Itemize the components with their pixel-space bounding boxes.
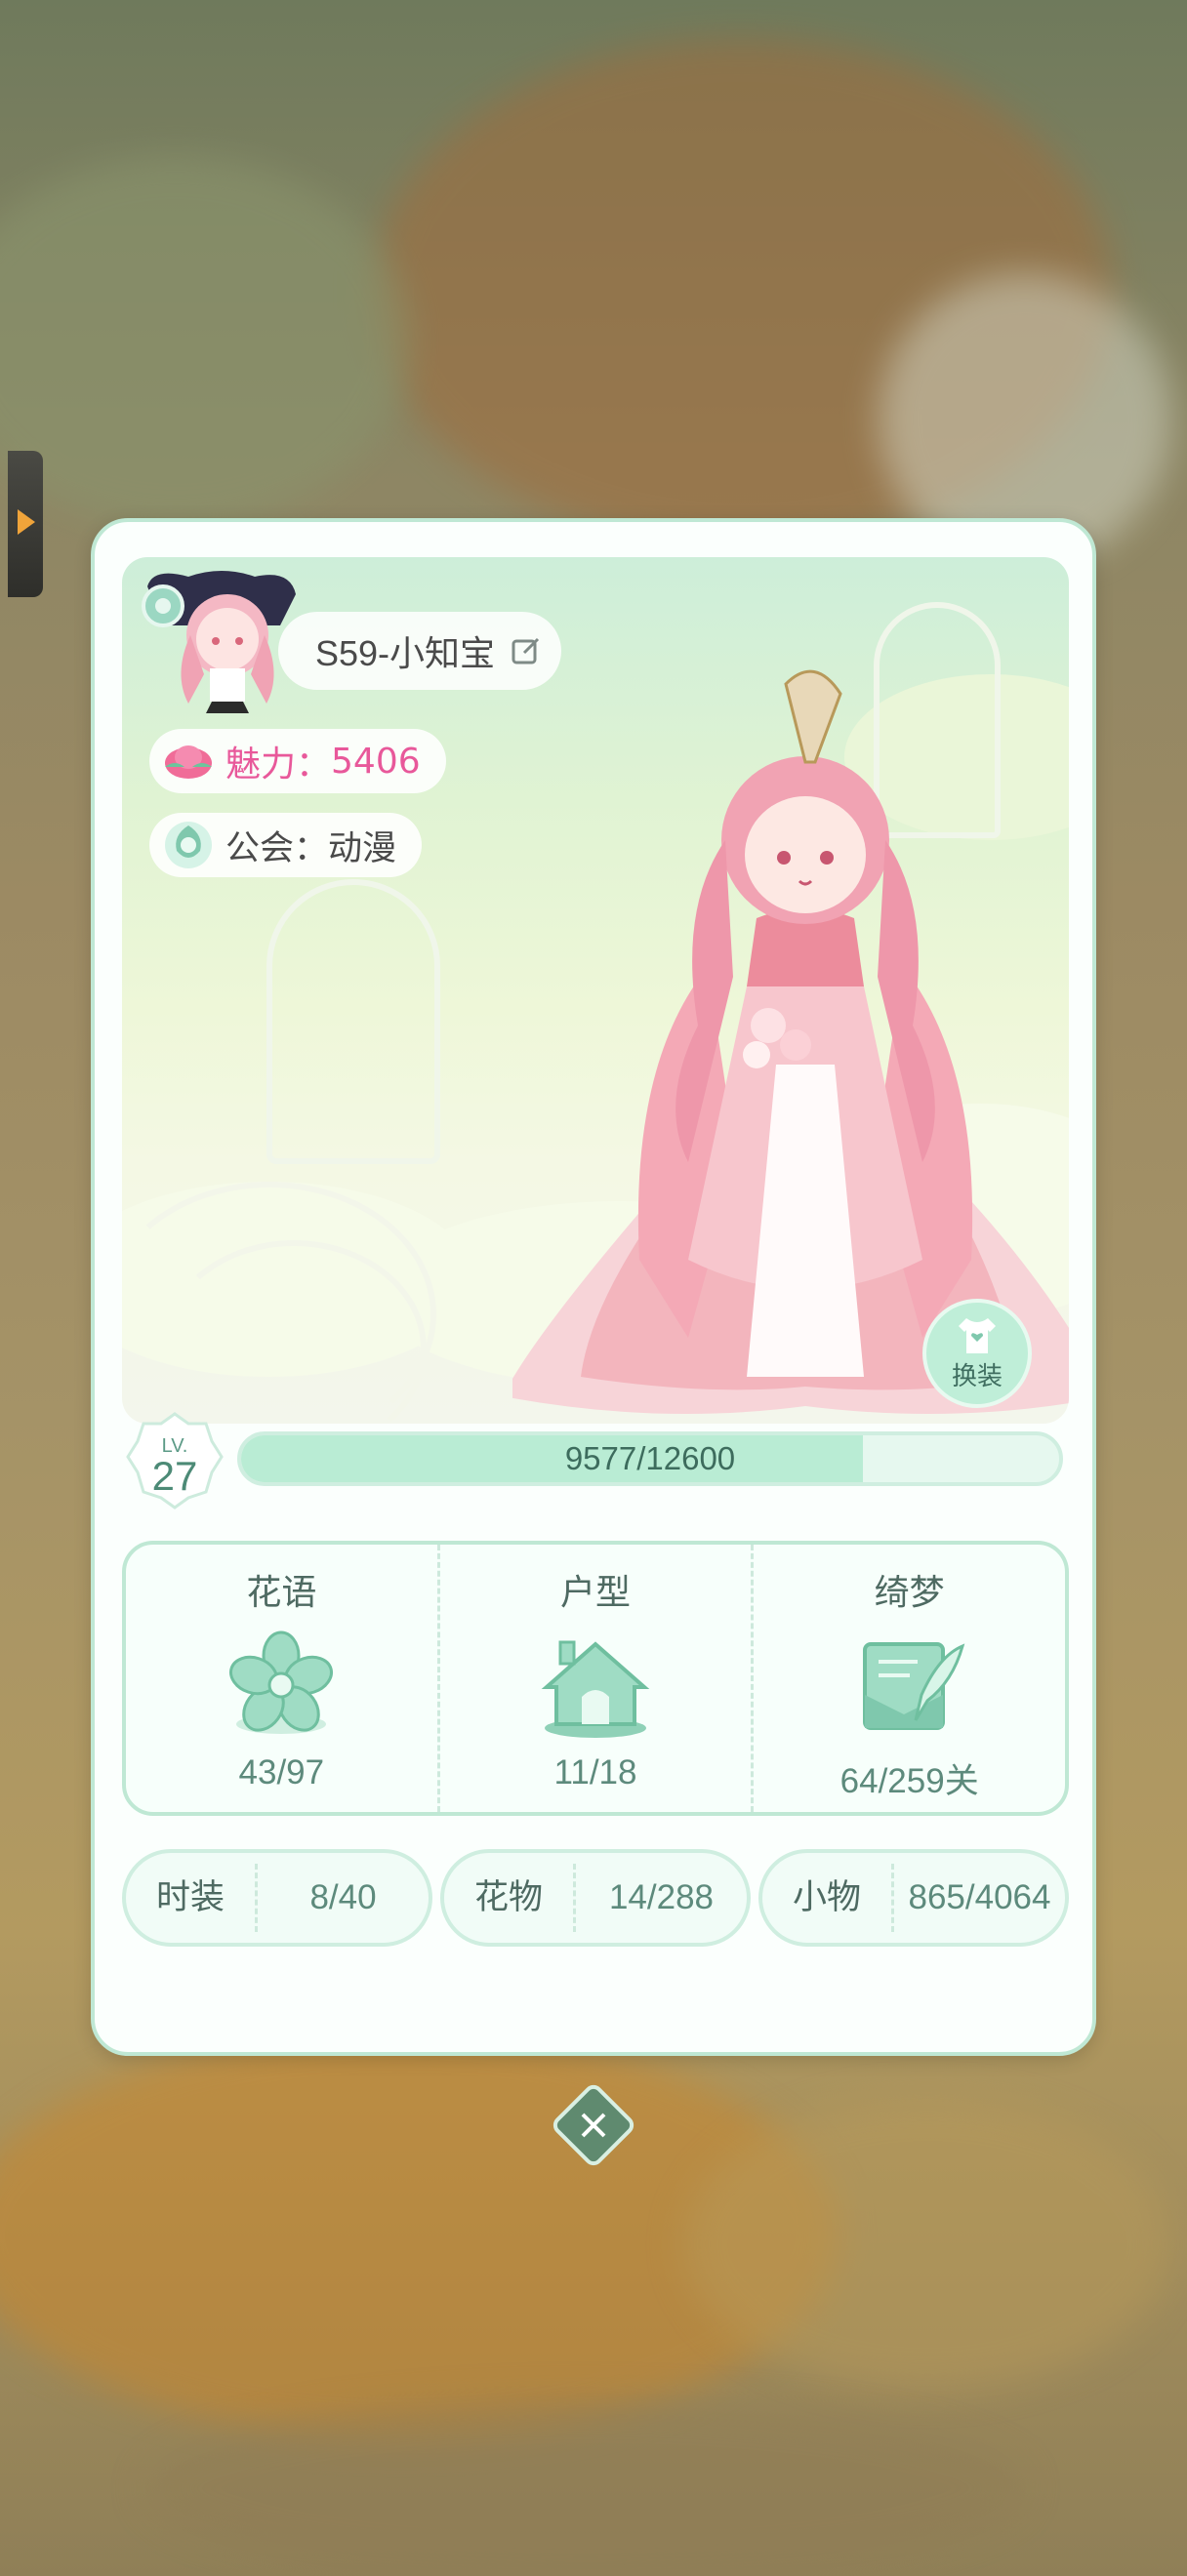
chevron-right-icon (18, 509, 35, 535)
collection-flower-language[interactable]: 花语 43/97 (126, 1545, 437, 1812)
collection-value: 64/259关 (839, 1762, 979, 1800)
flower-icon (229, 1630, 334, 1734)
character-scene: S59-小知宝 魅力： 5406 公会： 动漫 换装 (122, 557, 1069, 1424)
shirt-icon (959, 1318, 996, 1353)
collection-value: 43/97 (238, 1753, 325, 1791)
chip-label: 花物 (444, 1864, 576, 1932)
chip-label: 时装 (126, 1864, 258, 1932)
house-icon (541, 1640, 650, 1738)
collection-fantasy-dream[interactable]: 绮梦 64/259关 (751, 1545, 1065, 1812)
collections-panel: 花语 43/97 户型 11/18 绮梦 64/259关 (122, 1541, 1069, 1816)
guild-label: 公会： (225, 828, 329, 868)
chip-outfits[interactable]: 时装 8/40 (122, 1849, 432, 1947)
charm-pill: 魅力： 5406 (149, 729, 446, 793)
rose-icon (165, 745, 212, 779)
chip-small-items[interactable]: 小物 865/4064 (758, 1849, 1069, 1947)
collection-title: 绮梦 (874, 1573, 945, 1613)
close-button[interactable] (552, 2083, 635, 2167)
profile-card: S59-小知宝 魅力： 5406 公会： 动漫 换装 LV. 27 9577/1… (91, 518, 1096, 2056)
collection-house-type[interactable]: 户型 11/18 (436, 1545, 752, 1812)
xp-progress-bar: 9577/12600 (237, 1431, 1063, 1486)
chip-flower-items[interactable]: 花物 14/288 (440, 1849, 751, 1947)
charm-value: 5406 (331, 741, 421, 782)
collection-title: 花语 (246, 1573, 317, 1613)
chip-label: 小物 (762, 1864, 894, 1932)
guild-pill[interactable]: 公会： 动漫 (149, 813, 423, 877)
collection-value: 11/18 (553, 1753, 637, 1791)
chip-value: 865/4064 (908, 1878, 1051, 1916)
collection-title: 户型 (560, 1573, 632, 1613)
xp-text: 9577/12600 (564, 1440, 736, 1476)
avatar[interactable] (134, 567, 300, 713)
guild-emblem-icon (165, 822, 212, 868)
guild-value: 动漫 (328, 828, 397, 868)
charm-label: 魅力： (225, 745, 332, 785)
side-expand-tab[interactable] (8, 451, 43, 597)
chip-value: 14/288 (608, 1878, 715, 1916)
change-outfit-label: 换装 (951, 1362, 1003, 1391)
level-value: 27 (151, 1453, 198, 1499)
level-badge: LV. 27 (126, 1412, 224, 1509)
item-stats-row: 时装 8/40 花物 14/288 小物 865/4064 (122, 1849, 1069, 1947)
chip-value: 8/40 (309, 1878, 377, 1916)
player-name: S59-小知宝 (315, 633, 496, 673)
change-outfit-button[interactable]: 换装 (922, 1299, 1032, 1408)
letter-quill-icon (862, 1642, 964, 1730)
